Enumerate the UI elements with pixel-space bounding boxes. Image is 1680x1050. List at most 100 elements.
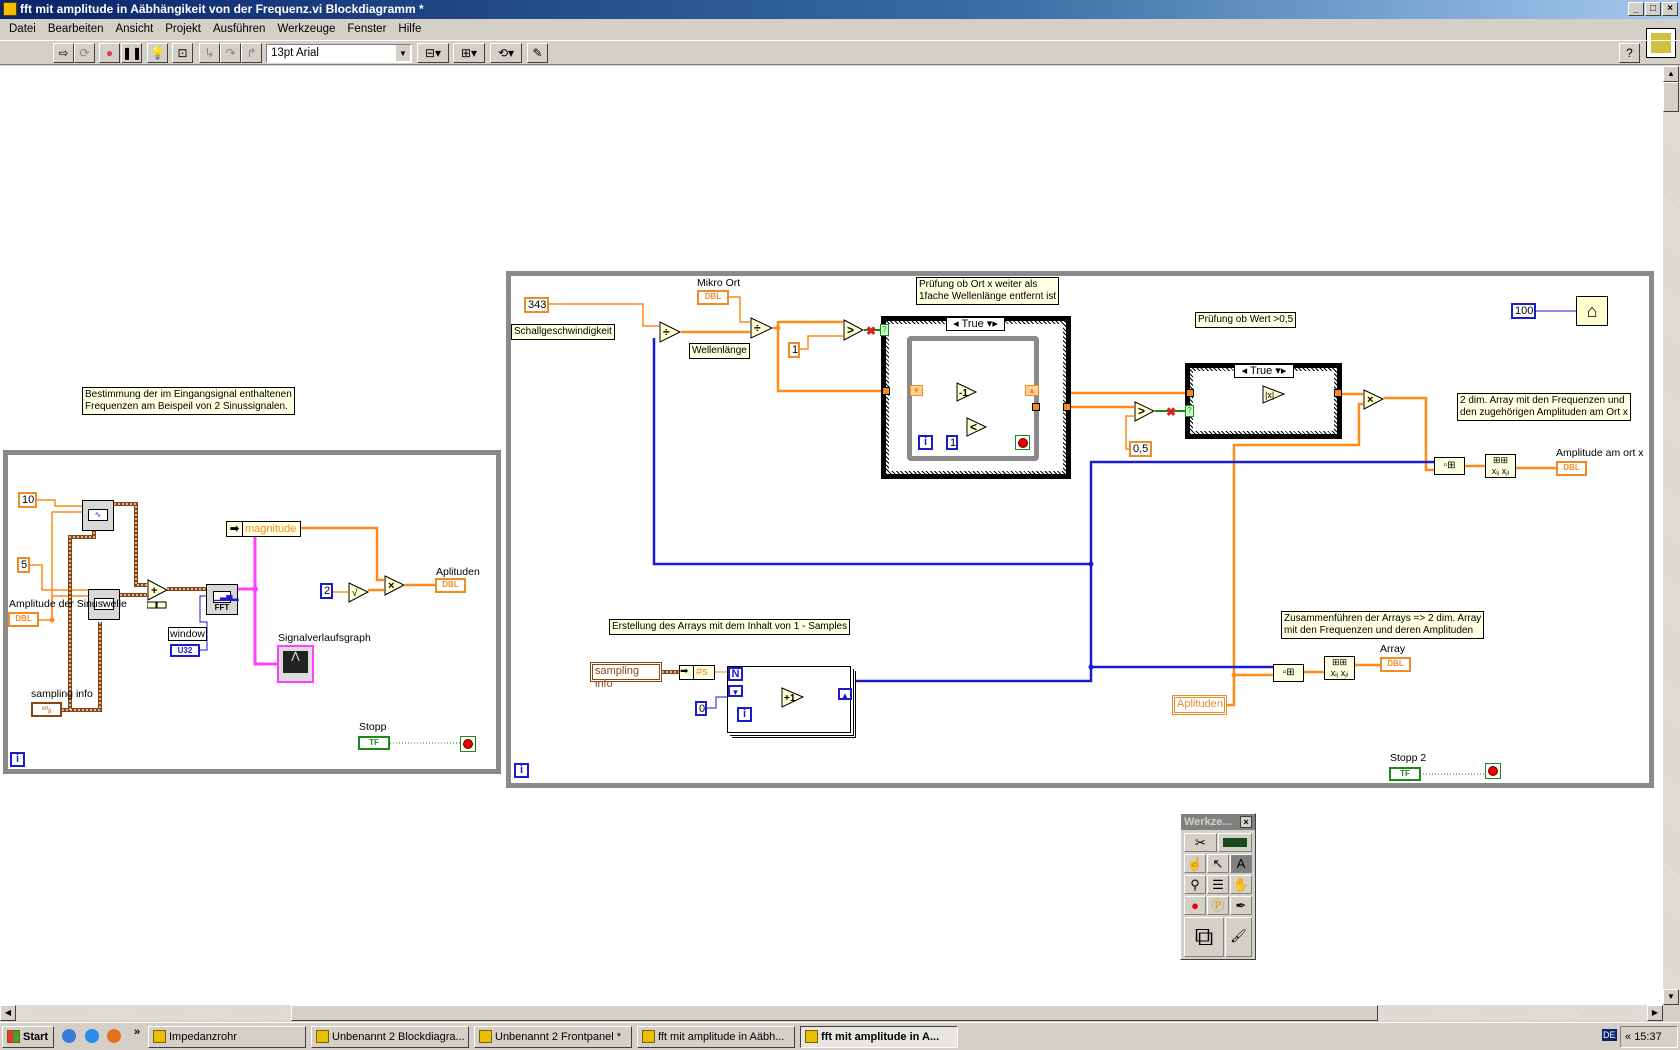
constant-1[interactable]: 1 [788,342,800,358]
build-array-node-1[interactable]: ▫⊞ [1434,457,1465,475]
tools-palette[interactable]: Werkze... × ✂ ☝ ↖ A ⚲ ☰ ✋ ● Ⓟ ✒ ⧉ 🖌 [1180,813,1256,960]
inner-stop-icon[interactable] [1015,435,1030,450]
divide-node-2[interactable]: ÷ [750,317,774,340]
probe-icon[interactable]: Ⓟ [1207,896,1229,915]
ie-icon[interactable] [62,1029,76,1043]
distribute-objects-icon[interactable]: ⊞▾ [453,43,485,63]
close-icon[interactable]: × [1240,816,1252,828]
for-shift-register-right[interactable]: ▲ [838,688,852,700]
scroll-hand-icon[interactable]: ✋ [1230,875,1252,894]
color-squares-icon[interactable]: ⧉ [1184,917,1224,957]
absolute-value-node[interactable]: |x| [1262,385,1286,405]
transpose-node-2[interactable]: ⊞⊞ xᵢⱼ xⱼᵢ [1324,656,1355,680]
position-arrow-icon[interactable]: ↖ [1207,854,1229,873]
scroll-down-icon[interactable]: ▼ [1663,989,1679,1005]
color-copy-dropper-icon[interactable]: ✒ [1230,896,1252,915]
shortcut-menu-icon[interactable]: ☰ [1207,875,1229,894]
menu-werkzeuge[interactable]: Werkzeuge [271,20,341,39]
divide-node-1[interactable]: ÷ [659,321,682,344]
comment-2dim-array[interactable]: 2 dim. Array mit den Frequenzen und den … [1457,393,1631,421]
close-button[interactable]: × [1662,2,1678,16]
taskbar-item-fft-block[interactable]: fft mit amplitude in A... [800,1026,958,1048]
sqrt-node[interactable]: √ [348,582,370,604]
menu-hilfe[interactable]: Hilfe [392,20,427,39]
greater-node-1[interactable]: > [843,319,865,342]
step-over-icon[interactable]: ↷ [220,43,241,63]
retain-wire-values-icon[interactable]: ⊡ [172,43,193,63]
less-node[interactable]: < [966,417,988,438]
shift-register-right[interactable]: ▲ [1025,385,1039,396]
auto-select-led-icon[interactable] [1218,833,1252,852]
minimize-button[interactable]: _ [1628,2,1644,16]
loop-condition-stop-icon[interactable] [460,736,476,752]
build-array-node-2[interactable]: ▫⊞ [1273,664,1304,682]
wait-ms-metronome-icon[interactable]: ⌂ [1576,296,1608,326]
font-select[interactable]: 13pt Arial ▼ [266,44,412,63]
for-shift-register-left[interactable]: ▼ [728,685,743,697]
paintbrush-icon[interactable]: 🖌 [1225,917,1252,957]
menu-ausfuehren[interactable]: Ausführen [207,20,271,39]
sampling-info-control[interactable]: ⁹⁰ᵦ [31,702,62,717]
step-into-icon[interactable]: ↳ [199,43,220,63]
constant-10[interactable]: 10 [18,492,37,508]
operate-hand-icon[interactable]: ☝ [1184,854,1206,873]
comment-zusammenfuehren[interactable]: Zusammenführen der Arrays => 2 dim. Arra… [1281,611,1485,639]
constant-0-5[interactable]: 0,5 [1129,441,1152,457]
greater-node-2[interactable]: > [1134,401,1156,423]
stopp-control[interactable]: TF [358,736,390,750]
breakpoint-icon[interactable]: ● [1184,896,1206,915]
quicklaunch-more[interactable]: » [134,1026,140,1038]
shift-register-left[interactable]: ▼ [910,385,923,396]
horizontal-scrollbar[interactable]: ◀ ▶ [0,1005,1663,1021]
taskbar-item-unbenannt-block[interactable]: Unbenannt 2 Blockdiagra... [311,1026,469,1048]
unbundle-samples[interactable]: ➡ #s [679,665,715,680]
aplituden-indicator[interactable]: DBL [435,578,466,593]
maximize-button[interactable]: □ [1645,2,1661,16]
constant-5[interactable]: 5 [17,557,30,573]
multiply-node-right[interactable]: × [1363,389,1385,411]
taskbar-item-impedanzrohr[interactable]: Impedanzrohr [148,1026,306,1048]
vertical-scrollbar[interactable]: ▲ ▼ [1663,66,1680,1005]
scroll-right-icon[interactable]: ▶ [1647,1005,1663,1021]
vertical-scroll-thumb[interactable] [1663,82,1679,112]
add-node[interactable]: + [147,579,169,609]
taskbar-item-fft-front[interactable]: fft mit amplitude in Aäbh... [637,1026,795,1048]
auto-tool-icon[interactable]: ✂ [1184,833,1217,852]
aplituden-local[interactable]: Aplituden [1172,695,1227,715]
constant-0[interactable]: 0 [695,701,707,716]
amplitude-am-ort-indicator[interactable]: DBL [1556,461,1587,476]
unbundle-by-name[interactable]: ➡ magnitude [226,521,301,537]
reorder-icon[interactable]: ⟲▾ [490,43,522,63]
menu-fenster[interactable]: Fenster [341,20,392,39]
abort-icon[interactable]: ● [99,43,120,63]
while-loop-left[interactable] [3,450,501,774]
while-loop-right[interactable] [506,271,1654,788]
highlight-execution-icon[interactable]: 💡 [147,43,168,63]
help-button[interactable]: ? [1619,43,1640,63]
menu-ansicht[interactable]: Ansicht [109,20,159,39]
clean-up-diagram-icon[interactable]: ✎ [527,43,548,63]
constant-343[interactable]: 343 [524,297,549,313]
mikro-ort-control[interactable]: DBL [697,290,729,305]
language-indicator[interactable]: DE [1602,1029,1617,1041]
run-icon[interactable]: ⇨ [53,43,74,63]
comment-pruefung-ort[interactable]: Prüfung ob Ort x weiter als 1fache Welle… [916,277,1060,305]
menu-bearbeiten[interactable]: Bearbeiten [42,20,110,39]
pause-icon[interactable]: ❚❚ [121,43,142,63]
array-indicator[interactable]: DBL [1380,657,1411,672]
stopp-2-control[interactable]: TF [1389,767,1421,781]
firefox-icon[interactable] [107,1029,121,1043]
menu-datei[interactable]: Datei [3,20,42,39]
taskbar-item-unbenannt-front[interactable]: Unbenannt 2 Frontpanel * [474,1026,632,1048]
waveform-graph-terminal[interactable]: ⋀ [277,645,314,683]
constant-100[interactable]: 100 [1511,303,1536,319]
case-selector-2[interactable]: ◂ True ▾▸ [1234,364,1294,378]
horizontal-scroll-thumb[interactable] [291,1005,1378,1021]
fft-vi[interactable]: ▁▃▅▂ FFT [206,584,239,615]
constant-2[interactable]: 2 [320,583,333,599]
multiply-node[interactable]: × [384,575,406,597]
increment-node[interactable]: +1 [781,687,805,709]
step-out-icon[interactable]: ↱ [241,43,262,63]
sampling-info-local[interactable]: sampling info [590,662,662,690]
label-wellenlaenge[interactable]: Wellenlänge [689,343,750,359]
